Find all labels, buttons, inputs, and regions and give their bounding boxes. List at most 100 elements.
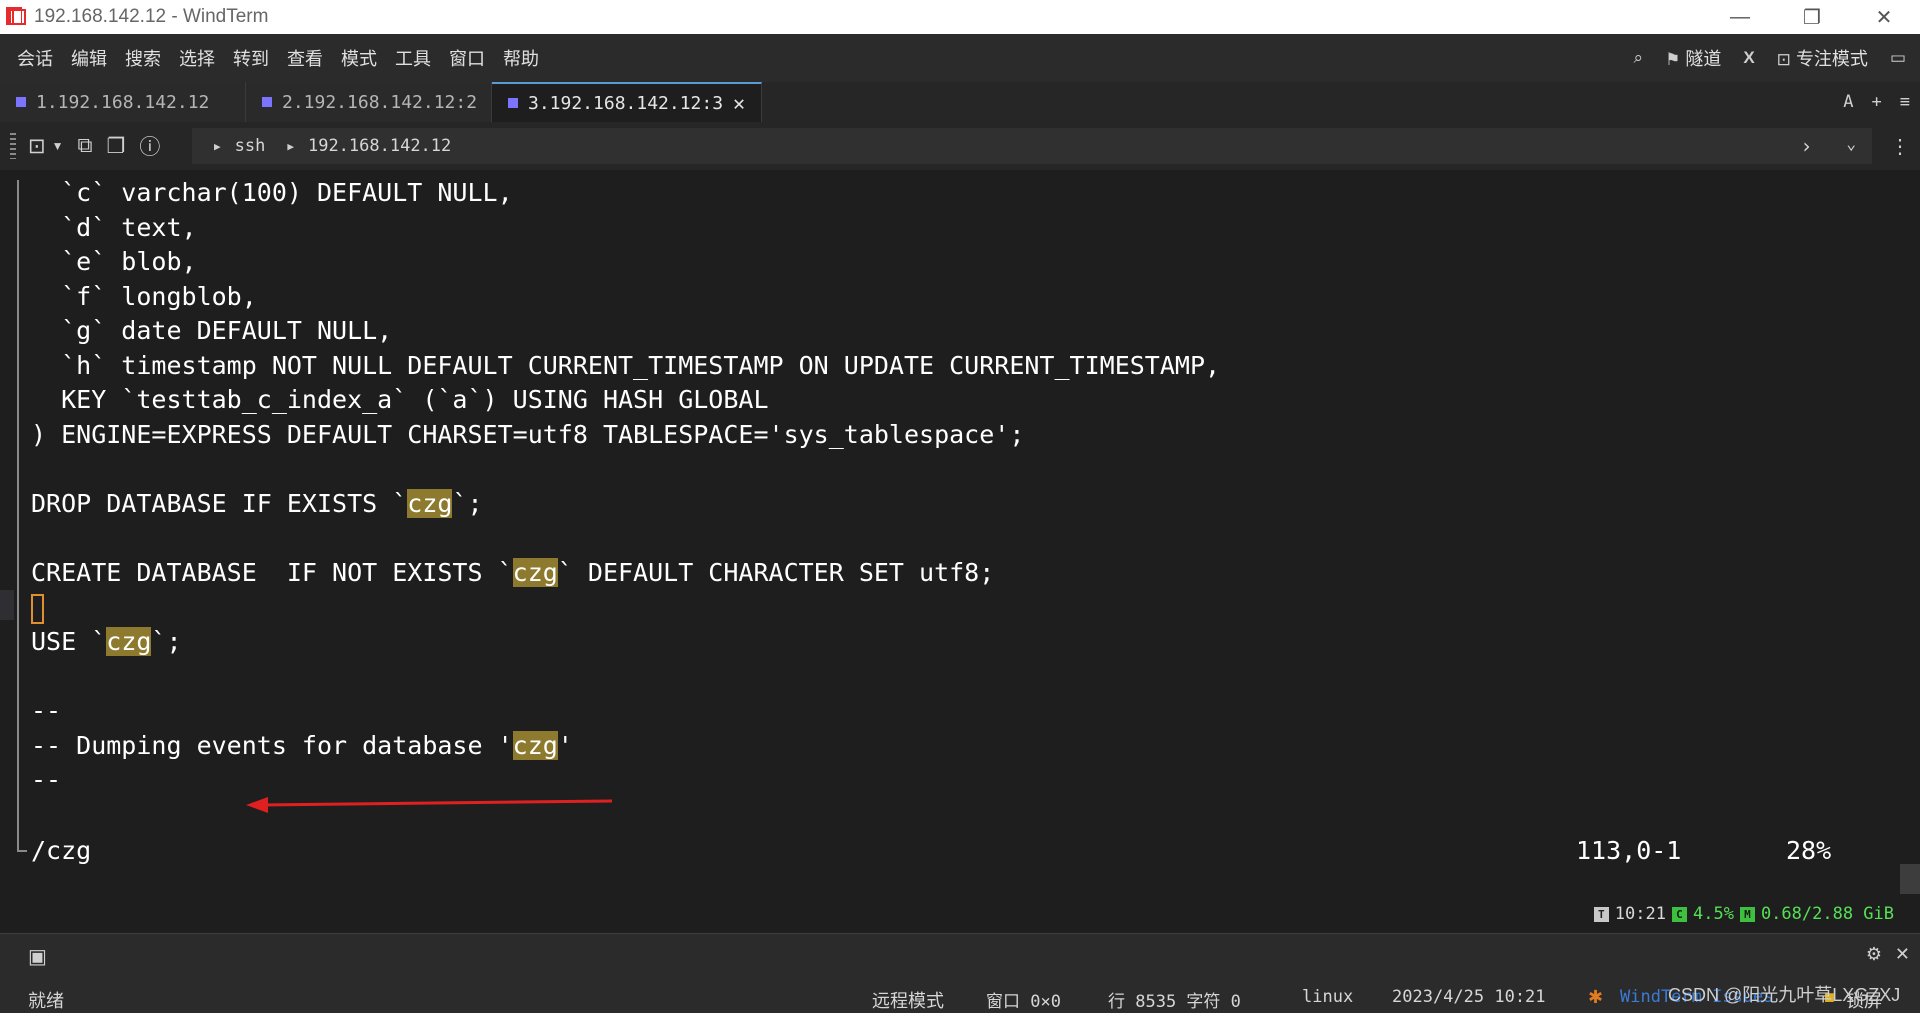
new-tab-button[interactable]: + bbox=[1872, 92, 1882, 112]
font-size-button[interactable]: A bbox=[1843, 92, 1853, 112]
new-session-icon[interactable]: ⊡ bbox=[28, 134, 46, 159]
focus-icon: ⊡ bbox=[1776, 50, 1791, 69]
tunnel-button[interactable]: ⚑ 隧道 bbox=[1665, 45, 1721, 71]
x-icon[interactable]: X bbox=[1743, 48, 1754, 68]
more-options-icon[interactable]: ⋮ bbox=[1890, 134, 1910, 159]
menu-bar: 会话 编辑 搜索 选择 转到 查看 模式 工具 窗口 帮助 ⌕ ⚑ 隧道 X ⊡… bbox=[0, 34, 1920, 82]
terminal-line: ) ENGINE=EXPRESS DEFAULT CHARSET=utf8 TA… bbox=[31, 418, 1220, 453]
terminal-line: DROP DATABASE IF EXISTS `czg`; bbox=[31, 487, 1220, 522]
search-highlight: czg bbox=[512, 558, 558, 588]
search-icon[interactable]: ⌕ bbox=[1634, 48, 1644, 68]
vim-status-line: /czg 113,0-1 28% bbox=[31, 834, 1861, 868]
memory-badge-icon: M bbox=[1739, 906, 1755, 922]
terminal-line bbox=[31, 591, 1220, 626]
status-ready: 就绪 bbox=[28, 991, 64, 1011]
terminal-text: `h` timestamp NOT NULL DEFAULT CURRENT_T… bbox=[31, 350, 1221, 380]
terminal-line: -- Dumping events for database 'czg' bbox=[31, 729, 1220, 764]
time-badge-icon: T bbox=[1593, 906, 1609, 922]
vim-command: /czg bbox=[31, 836, 92, 865]
menu-help[interactable]: 帮助 bbox=[494, 45, 548, 71]
chevron-down-icon[interactable]: ▼ bbox=[52, 139, 64, 153]
panel-icon[interactable]: ▣ bbox=[28, 944, 47, 969]
line-char-indicator[interactable]: 行 8535 字符 0 bbox=[1108, 987, 1241, 1012]
menu-view[interactable]: 查看 bbox=[278, 45, 332, 71]
menu-search[interactable]: 搜索 bbox=[116, 45, 170, 71]
drag-handle-icon[interactable] bbox=[10, 133, 16, 159]
tunnel-icon: ⚑ bbox=[1665, 50, 1681, 69]
fold-guide bbox=[17, 180, 19, 852]
text-cursor bbox=[31, 593, 44, 624]
menu-goto[interactable]: 转到 bbox=[224, 45, 278, 71]
copy-session-icon[interactable]: ❐ bbox=[107, 134, 126, 159]
output-panel: ▣ ⚙ ✕ bbox=[0, 933, 1920, 978]
status-bar: 就绪 远程模式 窗口 0×0 行 8535 字符 0 linux 2023/4/… bbox=[0, 977, 1920, 1013]
terminal-text: `; bbox=[452, 488, 483, 518]
focus-mode-label: 专注模式 bbox=[1795, 49, 1868, 69]
tab-session-2[interactable]: 2.192.168.142.12:2 bbox=[246, 82, 492, 122]
terminal-line: `f` longblob, bbox=[31, 280, 1220, 315]
duplicate-session-icon[interactable]: ⧉ bbox=[78, 134, 93, 158]
terminal-text: ) ENGINE=EXPRESS DEFAULT CHARSET=utf8 TA… bbox=[31, 419, 1025, 449]
close-window-button[interactable]: ✕ bbox=[1848, 0, 1920, 34]
terminal-text: ' bbox=[557, 730, 573, 760]
close-panel-icon[interactable]: ✕ bbox=[1895, 944, 1910, 965]
session-color-icon bbox=[262, 97, 272, 107]
session-color-icon bbox=[508, 98, 518, 108]
window-size: 窗口 0×0 bbox=[986, 992, 1061, 1012]
search-highlight: czg bbox=[407, 488, 453, 518]
terminal-line: `h` timestamp NOT NULL DEFAULT CURRENT_T… bbox=[31, 349, 1220, 384]
datetime: 2023/4/25 10:21 bbox=[1392, 987, 1546, 1007]
bug-icon: ✱ bbox=[1588, 987, 1604, 1007]
title-bar: 192.168.142.12 - WindTerm — ❐ ✕ bbox=[0, 0, 1920, 34]
focus-mode-button[interactable]: ⊡ 专注模式 bbox=[1777, 45, 1868, 71]
terminal-text: ` DEFAULT CHARACTER SET utf8; bbox=[557, 558, 995, 588]
menu-tools[interactable]: 工具 bbox=[386, 45, 440, 71]
cursor-position: 113,0-1 bbox=[1576, 836, 1682, 865]
tab-session-3[interactable]: 3.192.168.142.12:3 ✕ bbox=[492, 82, 762, 122]
menu-window[interactable]: 窗口 bbox=[440, 45, 494, 71]
terminal-line: `c` varchar(100) DEFAULT NULL, bbox=[31, 176, 1220, 211]
cpu-usage: 4.5% bbox=[1692, 904, 1734, 924]
info-icon[interactable]: ⓘ bbox=[139, 131, 160, 161]
search-highlight: czg bbox=[512, 730, 558, 760]
gear-icon[interactable]: ⚙ bbox=[1866, 944, 1882, 965]
protocol-label: ssh bbox=[234, 136, 266, 156]
chevron-down-icon[interactable]: ⌄ bbox=[1846, 134, 1856, 158]
caret-right-icon: ▶ bbox=[287, 139, 294, 153]
terminal-line: CREATE DATABASE IF NOT EXISTS `czg` DEFA… bbox=[31, 556, 1220, 591]
cpu-badge-icon: C bbox=[1671, 906, 1687, 922]
terminal-view[interactable]: `c` varchar(100) DEFAULT NULL, `d` text,… bbox=[0, 170, 1920, 933]
terminal-line: -- bbox=[31, 694, 1220, 729]
panel-toggle-icon[interactable]: ▭ bbox=[1890, 48, 1906, 68]
terminal-text: `c` varchar(100) DEFAULT NULL, bbox=[31, 178, 513, 207]
tab-label: 3.192.168.142.12:3 bbox=[528, 92, 724, 114]
address-bar[interactable]: ▶ ssh ▶ 192.168.142.12 › ⌄ bbox=[192, 128, 1872, 164]
terminal-line: `d` text, bbox=[31, 211, 1220, 246]
terminal-line: `e` blob, bbox=[31, 245, 1220, 280]
scrollbar-thumb[interactable] bbox=[1900, 864, 1920, 894]
menu-select[interactable]: 选择 bbox=[170, 45, 224, 71]
chevron-right-icon[interactable]: › bbox=[1800, 134, 1812, 158]
tunnel-label: 隧道 bbox=[1685, 49, 1722, 69]
terminal-text: -- bbox=[31, 765, 62, 795]
minimize-button[interactable]: — bbox=[1704, 0, 1776, 34]
windterm-logo-icon bbox=[6, 7, 26, 27]
terminal-text: `; bbox=[151, 627, 182, 657]
tab-session-1[interactable]: 1.192.168.142.12 bbox=[0, 82, 246, 122]
annotation-arrow bbox=[246, 797, 613, 813]
menu-edit[interactable]: 编辑 bbox=[62, 45, 116, 71]
menu-mode[interactable]: 模式 bbox=[332, 45, 386, 71]
restore-button[interactable]: ❐ bbox=[1776, 0, 1848, 34]
close-tab-icon[interactable]: ✕ bbox=[733, 91, 745, 115]
scroll-percent: 28% bbox=[1786, 836, 1832, 865]
session-color-icon bbox=[16, 97, 26, 107]
remote-mode[interactable]: 远程模式 bbox=[872, 987, 944, 1013]
menu-session[interactable]: 会话 bbox=[8, 45, 62, 71]
memory-usage: 0.68/2.88 GiB bbox=[1760, 904, 1894, 924]
terminal-text: -- Dumping events for database ' bbox=[31, 730, 513, 760]
tab-label: 2.192.168.142.12:2 bbox=[282, 91, 478, 113]
terminal-text: `f` longblob, bbox=[31, 281, 257, 311]
tab-menu-button[interactable]: ≡ bbox=[1900, 92, 1910, 112]
